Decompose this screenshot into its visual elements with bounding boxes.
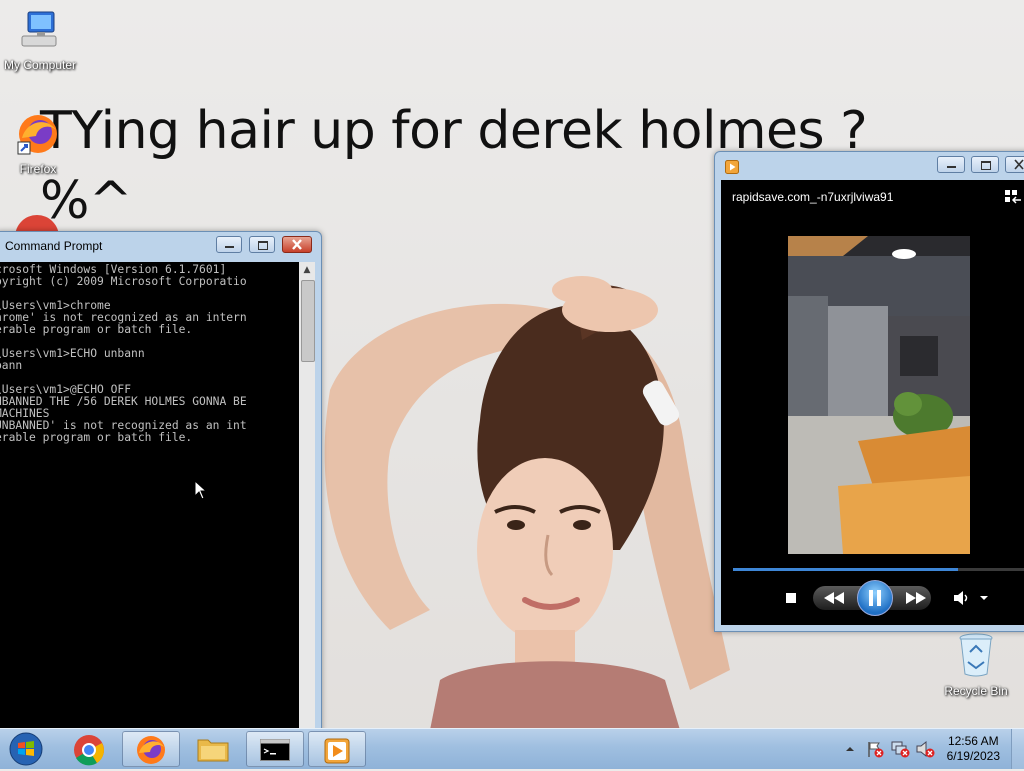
console-line: pyright (c) 2009 Microsoft Corporatio	[0, 275, 247, 288]
show-desktop-button[interactable]	[1011, 729, 1024, 769]
action-center-flag-icon[interactable]	[866, 740, 884, 758]
clock-date: 6/19/2023	[946, 749, 1000, 763]
minimize-icon	[947, 166, 956, 168]
media-player-titlebar[interactable]	[715, 152, 1024, 180]
computer-icon	[21, 11, 57, 47]
recycle-bin-icon	[959, 633, 993, 677]
firefox-icon	[17, 115, 57, 155]
console-line: \Users\vm1>ECHO unbann	[0, 347, 145, 360]
folder-icon	[197, 739, 229, 762]
close-button[interactable]	[282, 236, 312, 253]
taskbar-chrome[interactable]	[60, 731, 118, 767]
taskbar-firefox[interactable]	[122, 731, 180, 767]
desktop-icon-label: My Computer	[3, 58, 77, 72]
windows-orb-icon	[9, 732, 43, 766]
mouse-pointer-icon	[194, 480, 208, 500]
pause-button[interactable]	[857, 580, 893, 616]
desktop-icon-firefox[interactable]: Firefox	[0, 112, 78, 176]
desktop-icon-my-computer[interactable]: My Computer	[0, 10, 80, 72]
maximize-icon	[258, 241, 268, 250]
show-hidden-icons-button[interactable]	[845, 744, 855, 754]
pause-icon	[869, 590, 873, 606]
taskbar-explorer[interactable]	[184, 731, 242, 767]
cmd-console-output[interactable]: crosoft Windows [Version 6.1.7601] pyrigh…	[0, 262, 299, 732]
close-button[interactable]	[1005, 156, 1024, 173]
desktop-icon-label: Recycle Bin	[944, 684, 1008, 698]
volume-muted-icon[interactable]	[915, 740, 935, 758]
taskbar-media-player[interactable]	[308, 731, 366, 767]
maximize-icon	[981, 161, 991, 170]
taskbar-clock[interactable]: 12:56 AM 6/19/2023	[947, 734, 1000, 764]
switch-to-library-icon[interactable]	[1005, 190, 1023, 206]
close-icon	[1014, 159, 1024, 170]
media-player-icon	[725, 160, 739, 174]
console-line: bann	[0, 359, 23, 372]
media-player-window[interactable]: rapidsave.com_-n7uxrjlviwa91	[714, 151, 1024, 632]
video-title: rapidsave.com_-n7uxrjlviwa91	[732, 190, 894, 204]
cmd-window[interactable]: Command Prompt crosoft Windows [Version …	[0, 231, 322, 733]
next-button[interactable]	[905, 590, 927, 606]
taskbar: 12:56 AM 6/19/2023	[0, 728, 1024, 769]
media-player-content: rapidsave.com_-n7uxrjlviwa91	[721, 180, 1024, 625]
taskbar-cmd[interactable]	[246, 731, 304, 767]
volume-dropdown-icon[interactable]	[979, 594, 989, 602]
minimize-button[interactable]	[216, 236, 242, 253]
cmd-window-title: Command Prompt	[5, 239, 103, 253]
minimize-icon	[225, 246, 234, 248]
console-line: erable program or batch file.	[0, 323, 193, 336]
minimize-button[interactable]	[937, 156, 965, 173]
video-frame[interactable]	[788, 236, 970, 554]
console-line: erable program or batch file.	[0, 431, 193, 444]
scrollbar-thumb[interactable]	[301, 280, 315, 362]
seek-bar-progress	[733, 568, 958, 571]
wallpaper-photo-woman	[324, 276, 730, 730]
clock-time: 12:56 AM	[947, 734, 999, 748]
stop-button[interactable]	[786, 593, 796, 603]
previous-button[interactable]	[823, 590, 845, 606]
maximize-button[interactable]	[971, 156, 999, 173]
seek-bar[interactable]	[733, 568, 1024, 571]
firefox-icon	[137, 736, 165, 764]
chrome-icon	[74, 735, 104, 766]
scroll-up-arrow-icon[interactable]: ▲	[299, 262, 315, 278]
cmd-titlebar[interactable]: Command Prompt	[0, 232, 321, 260]
close-icon	[292, 239, 302, 250]
start-button[interactable]	[6, 731, 46, 767]
pause-icon-bar	[877, 590, 881, 606]
desktop-icon-recycle-bin[interactable]: Recycle Bin	[936, 632, 1016, 698]
cmd-scrollbar[interactable]: ▲	[299, 262, 315, 732]
maximize-button[interactable]	[249, 236, 275, 253]
network-icon[interactable]	[890, 740, 910, 758]
media-player-icon	[324, 738, 350, 764]
desktop-icon-label: Firefox	[19, 162, 57, 176]
cmd-icon	[260, 739, 290, 761]
volume-icon[interactable]	[953, 590, 971, 606]
